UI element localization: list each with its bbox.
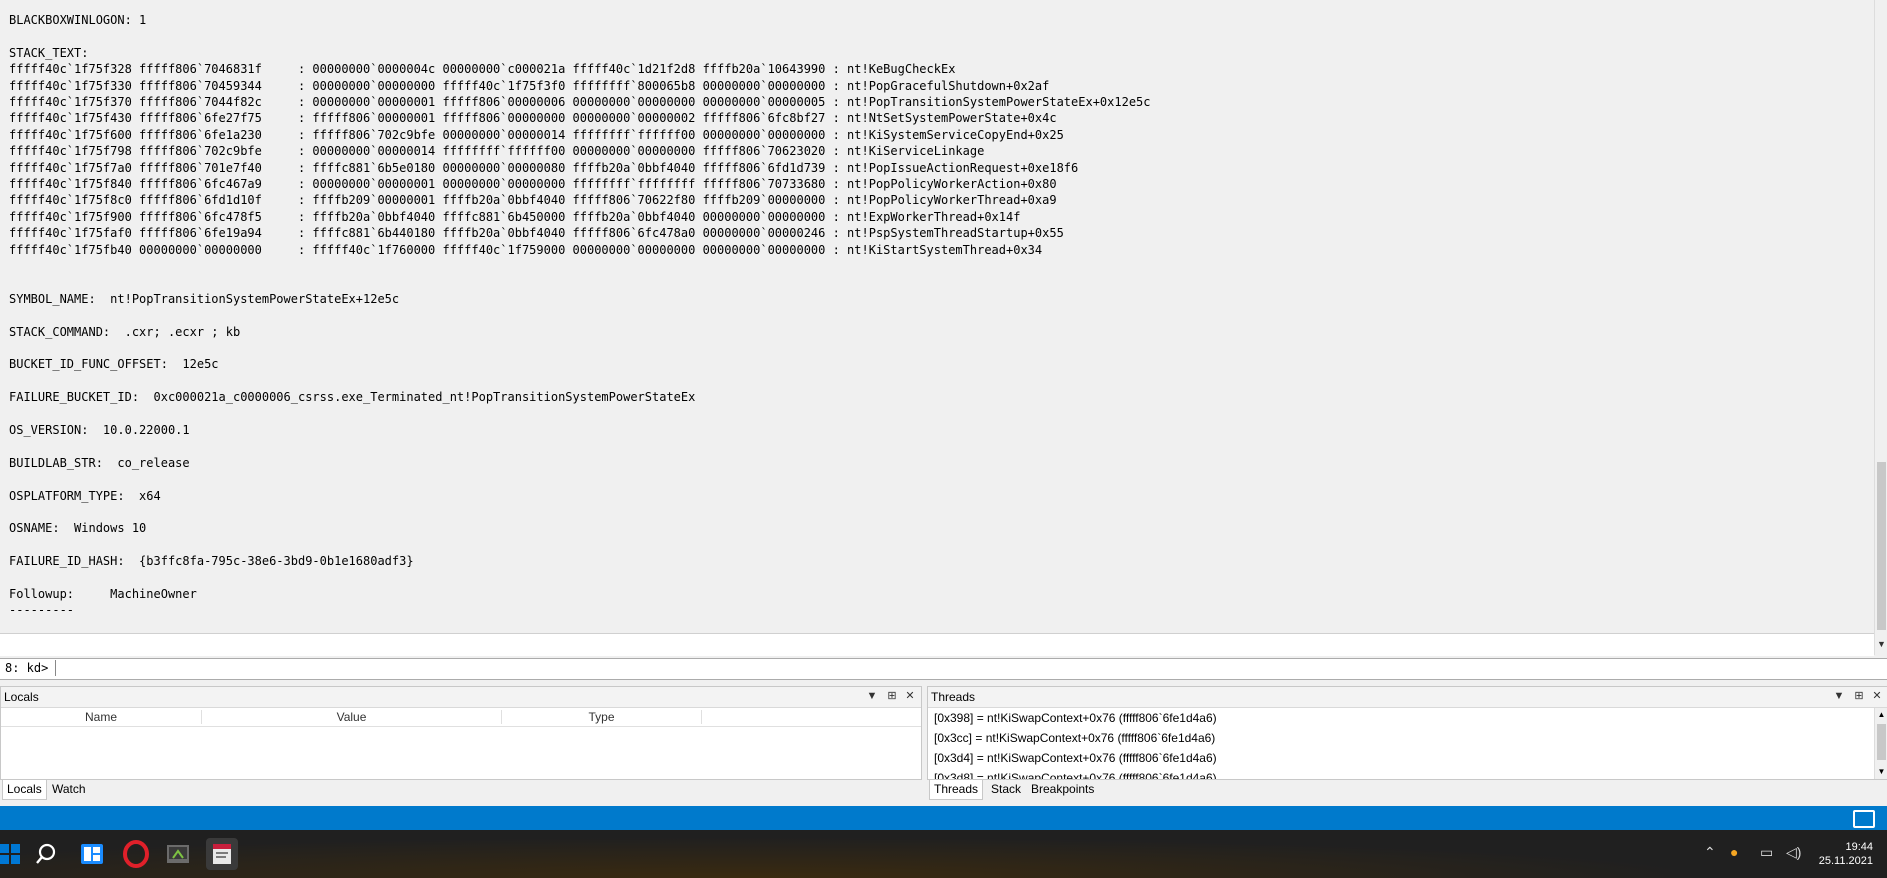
output-line: FAILURE_ID_HASH: {b3ffc8fa-795c-38e6-3bd… [9,554,414,569]
output-line: fffff40c`1f75f798 fffff806`702c9bfe : 00… [9,144,985,159]
output-line: Followup: MachineOwner [9,587,197,602]
panel-dropdown-icon[interactable]: ▼ [865,689,879,703]
clock-date: 25.11.2021 [1818,855,1873,867]
clock-time: 19:44 [1845,841,1873,853]
output-line: --------- [9,603,75,618]
close-icon[interactable]: ✕ [903,689,917,703]
output-line: BUILDLAB_STR: co_release [9,455,190,470]
threads-tab-strip: Threads Stack Breakpoints [927,780,1887,800]
thread-row[interactable]: [0x3cc] = nt!KiSwapContext+0x76 (fffff80… [934,728,1215,748]
tab-breakpoints[interactable]: Breakpoints [1027,780,1098,799]
network-icon[interactable]: ▭ [1760,844,1773,861]
tab-watch[interactable]: Watch [48,780,90,799]
taskbar: ⌃ ● ▭ ◁) 19:44 25.11.2021 [0,830,1887,878]
locals-panel-title: Locals [4,690,39,704]
command-output-pane[interactable]: BLACKBOXWINLOGON: 1 STACK_TEXT: fffff40c`… [0,0,1874,633]
panel-dropdown-icon[interactable]: ▼ [1832,689,1846,703]
scroll-down-icon[interactable]: ▼ [1875,765,1887,779]
opera-icon[interactable] [120,838,152,870]
locals-panel: Locals ▼ ⊞ ✕ Name Value Type [0,686,922,780]
tab-threads[interactable]: Threads [929,780,984,800]
output-scrollbar[interactable]: ▼ [1874,0,1887,655]
output-line: STACK_COMMAND: .cxr; .ecxr ; kb [9,324,241,339]
locals-column-headers: Name Value Type [1,708,921,727]
column-header-type[interactable]: Type [502,710,702,724]
windows-start-icon[interactable] [0,838,26,870]
output-divider [0,633,1874,656]
output-line: BLACKBOXWINLOGON: 1 [9,13,147,27]
microphone-icon[interactable]: ● [1730,844,1738,860]
output-line: OSNAME: Windows 10 [9,521,147,536]
output-line: fffff40c`1f75f7a0 fffff806`701e7f40 : ff… [9,160,1079,175]
scrollbar-thumb[interactable] [1877,724,1886,760]
threads-scrollbar[interactable]: ▲ ▼ [1874,708,1887,779]
output-line: fffff40c`1f75f330 fffff806`70459344 : 00… [9,78,1050,93]
status-bar [0,806,1887,830]
output-line: OSPLATFORM_TYPE: x64 [9,488,161,503]
column-header-value[interactable]: Value [202,710,502,724]
command-line: 8: kd> [0,658,1887,680]
close-icon[interactable]: ✕ [1870,689,1884,703]
output-line: fffff40c`1f75f370 fffff806`7044f82c : 00… [9,95,1151,110]
windbg-active-icon[interactable] [206,838,238,870]
pin-icon[interactable]: ⊞ [885,689,899,703]
command-input[interactable] [58,659,1882,679]
output-line: OS_VERSION: 10.0.22000.1 [9,423,190,438]
output-line: SYMBOL_NAME: nt!PopTransitionSystemPower… [9,291,400,306]
command-output-text: BLACKBOXWINLOGON: 1 STACK_TEXT: fffff40c`… [0,0,1874,619]
locals-tab-strip: Locals Watch [0,780,922,800]
threads-panel: Threads ▼ ⊞ ✕ [0x398] = nt!KiSwapContext… [927,686,1887,780]
output-line: BUCKET_ID_FUNC_OFFSET: 12e5c [9,357,219,372]
search-icon[interactable] [32,838,64,870]
threads-panel-header: Threads ▼ ⊞ ✕ [928,687,1887,708]
output-line: STACK_TEXT: [9,45,103,60]
output-line: FAILURE_BUCKET_ID: 0xc000021a_c0000006_c… [9,390,696,405]
volume-icon[interactable]: ◁) [1786,844,1801,861]
windbg-icon[interactable] [162,838,194,870]
prompt-separator [55,660,56,676]
tab-locals[interactable]: Locals [2,780,47,800]
output-line: fffff40c`1f75f840 fffff806`6fc467a9 : 00… [9,177,1057,192]
output-line: fffff40c`1f75f328 fffff806`7046831f : 00… [9,62,956,77]
output-line: fffff40c`1f75f900 fffff806`6fc478f5 : ff… [9,209,1021,224]
output-line: fffff40c`1f75f430 fffff806`6fe27f75 : ff… [9,111,1057,126]
output-line: fffff40c`1f75f8c0 fffff806`6fd1d10f : ff… [9,193,1057,208]
pin-icon[interactable]: ⊞ [1852,689,1866,703]
notification-icon[interactable] [1853,810,1875,828]
thread-row[interactable]: [0x3d4] = nt!KiSwapContext+0x76 (fffff80… [934,748,1217,768]
output-line: fffff40c`1f75f600 fffff806`6fe1a230 : ff… [9,127,1064,142]
chevron-up-icon[interactable]: ⌃ [1704,844,1716,861]
widgets-icon[interactable] [76,838,108,870]
scroll-down-icon[interactable]: ▼ [1875,636,1887,652]
clock[interactable]: 19:44 25.11.2021 [1819,840,1873,868]
threads-panel-title: Threads [931,690,976,704]
thread-row[interactable]: [0x3d8] = nt!KiSwapContext+0x76 (fffff80… [934,768,1217,779]
threads-list: [0x398] = nt!KiSwapContext+0x76 (fffff80… [928,708,1874,779]
command-prompt: 8: kd> [5,661,49,675]
scrollbar-thumb[interactable] [1877,462,1886,630]
tab-stack[interactable]: Stack [987,780,1025,799]
scroll-up-icon[interactable]: ▲ [1875,708,1887,722]
thread-row[interactable]: [0x398] = nt!KiSwapContext+0x76 (fffff80… [934,708,1217,728]
locals-panel-header: Locals ▼ ⊞ ✕ [1,687,921,708]
output-line: fffff40c`1f75fb40 00000000`00000000 : ff… [9,242,1043,257]
column-header-name[interactable]: Name [1,710,202,724]
output-line: fffff40c`1f75faf0 fffff806`6fe19a94 : ff… [9,226,1064,241]
